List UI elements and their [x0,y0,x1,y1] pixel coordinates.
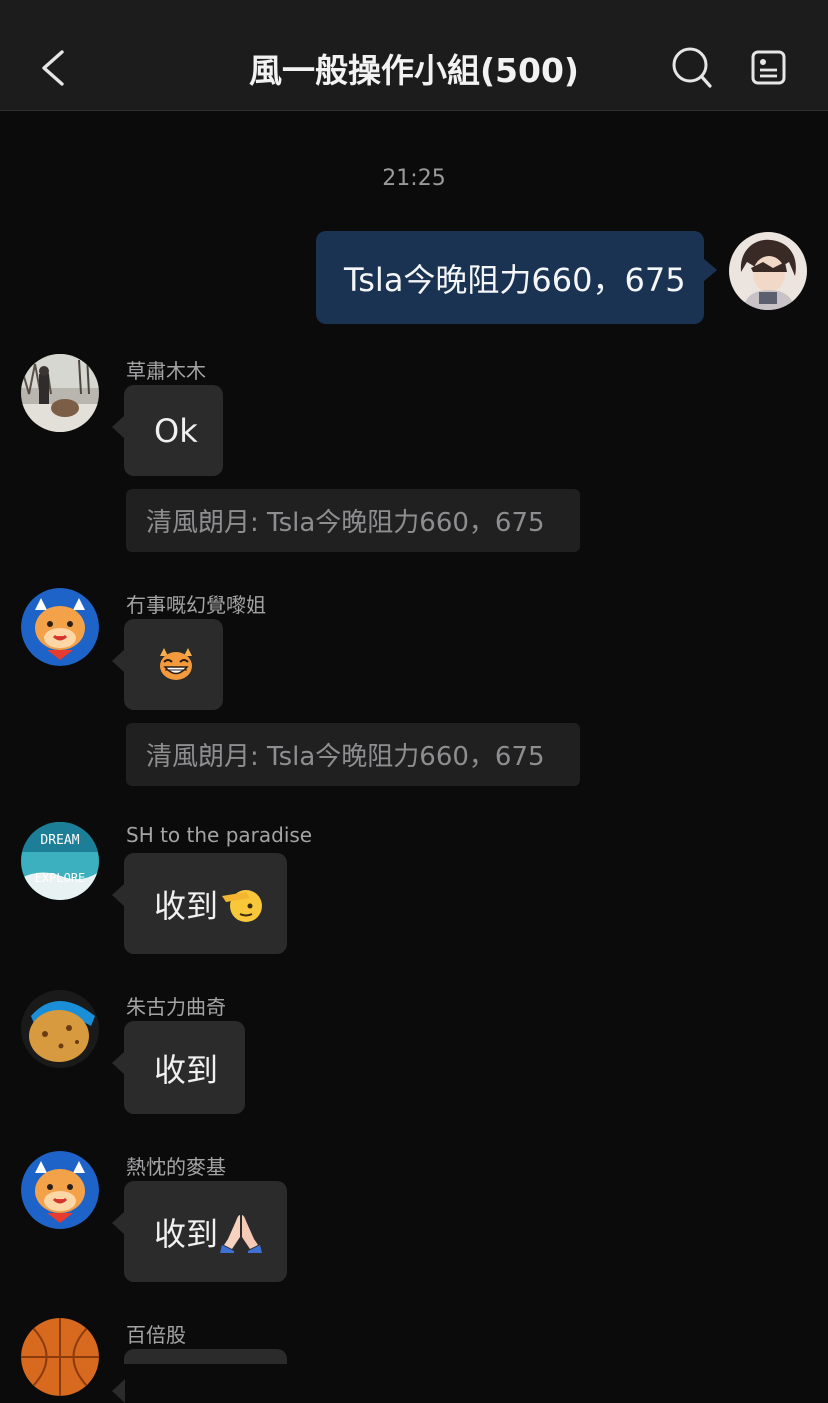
sender-avatar[interactable]: DREAM EXPLORE [21,822,99,900]
reply-quote[interactable]: 清風朗月: Tsla今晚阻力660，675 [126,723,580,786]
search-button[interactable] [668,42,716,92]
svg-text:EXPLORE: EXPLORE [35,871,86,885]
note-icon [751,50,786,85]
sender-name: 百倍股 [126,1323,186,1347]
message-bubble[interactable]: 收到 [112,853,287,954]
sender-avatar[interactable] [21,354,99,432]
chat-header: 風一般操作小組(500) [0,0,828,111]
search-icon [672,47,712,88]
sender-name: 朱古力曲奇 [126,995,226,1019]
sender-avatar[interactable] [21,1151,99,1229]
sender-name: SH to the paradise [126,823,313,847]
sender-avatar[interactable] [21,990,99,1068]
message-text: 收到 [154,1050,219,1089]
chat-title: 風一般操作小組(500) [248,51,580,90]
message-bubble[interactable] [112,619,223,710]
cow-grin-icon [160,647,192,680]
svg-text:DREAM: DREAM [40,833,79,848]
my-message-bubble[interactable]: Tsla今晚阻力660，675 [316,231,717,324]
message-text: Tsla今晚阻力660，675 [344,260,686,299]
group-notes-button[interactable] [748,44,790,92]
folded-hands-icon [220,1214,263,1253]
message-text: 收到 [154,1214,219,1253]
message-timestamp: 21:25 [382,166,446,191]
sender-avatar[interactable] [21,1318,99,1396]
saluting-face-icon [222,889,263,922]
back-button[interactable] [28,40,78,96]
sender-name: 冇事嘅幻覺嚟姐 [126,593,266,617]
message-bubble[interactable]: 收到 [112,1181,287,1282]
message-text: 收到 [154,886,219,925]
message-bubble[interactable]: Ok [112,385,223,476]
sender-avatar[interactable] [21,588,99,666]
message-bubble[interactable]: 收到 [112,1021,245,1114]
quote-text: 清風朗月: Tsla今晚阻力660，675 [146,742,545,772]
my-avatar[interactable] [729,232,807,310]
quote-text: 清風朗月: Tsla今晚阻力660，675 [146,508,545,538]
reply-quote[interactable]: 清風朗月: Tsla今晚阻力660，675 [126,489,580,552]
chevron-left-icon [42,50,64,86]
sender-name: 草肅木木 [126,359,206,383]
sender-name: 熱忱的麥基 [126,1155,226,1179]
message-bubble[interactable] [112,1349,287,1403]
message-text: Ok [154,411,198,450]
